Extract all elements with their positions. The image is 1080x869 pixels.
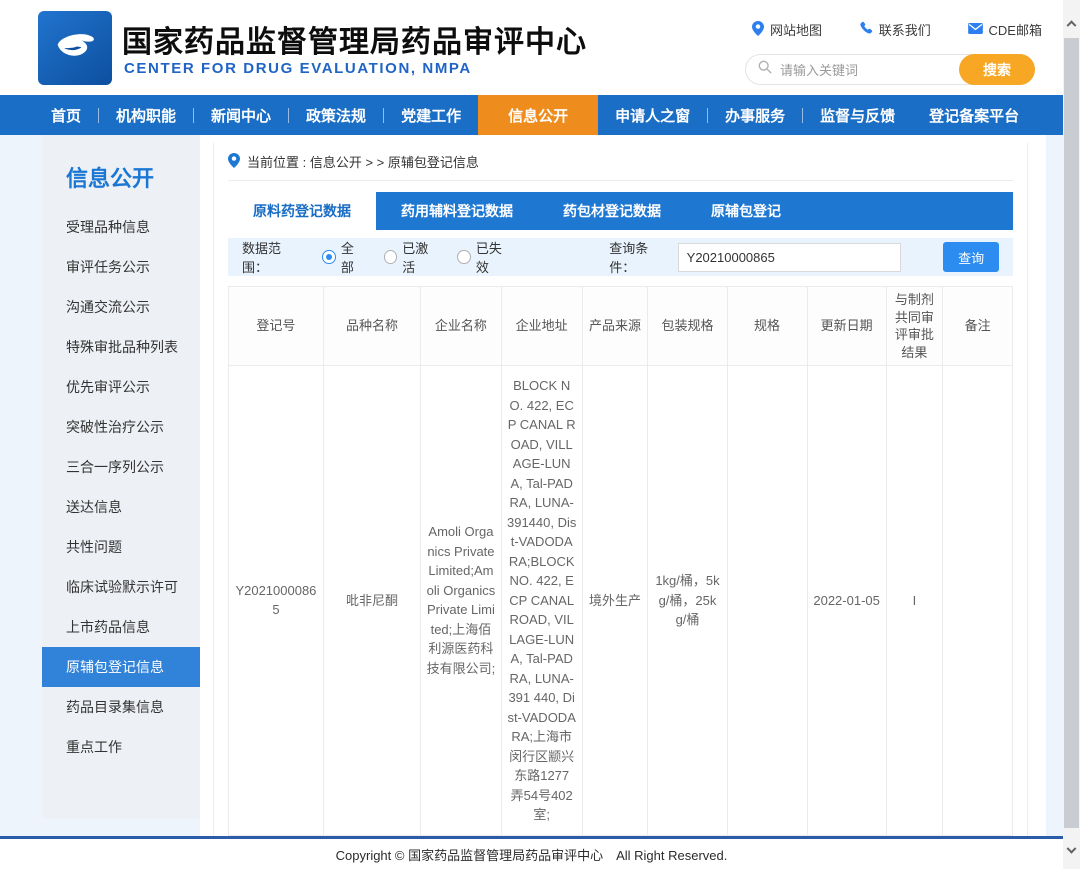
sidebar: 信息公开 受理品种信息 审评任务公示 沟通交流公示 特殊审批品种列表 优先审评公… [42, 135, 200, 818]
nav-registration-platform[interactable]: 登记备案平台 [912, 95, 1036, 135]
col-packaging-spec: 包装规格 [648, 287, 727, 366]
swan-logo-icon [49, 20, 101, 77]
cell-packaging-spec: 1kg/桶，5kg/桶，25kg/桶 [648, 366, 727, 836]
mail-link[interactable]: CDE邮箱 [968, 20, 1042, 39]
radio-inactivated-icon[interactable] [457, 250, 470, 264]
nav-supervision[interactable]: 监督与反馈 [803, 95, 912, 135]
sidebar-item-raw-aux-pack-registration[interactable]: 原辅包登记信息 [42, 647, 200, 687]
left-gutter [0, 135, 42, 836]
header: 国家药品监督管理局药品审评中心 CENTER FOR DRUG EVALUATI… [0, 0, 1080, 95]
filter-bar: 数据范围： 全部 已激活 已失效 查询条件： 查询 [228, 238, 1013, 276]
search-button[interactable]: 搜索 [959, 54, 1035, 85]
main-nav: 首页 机构职能 新闻中心 政策法规 党建工作 信息公开 申请人之窗 办事服务 监… [0, 95, 1080, 135]
scope-label: 数据范围： [242, 238, 304, 276]
col-joint-review-result: 与制剂共同审评审批结果 [886, 287, 942, 366]
nav-policy[interactable]: 政策法规 [289, 95, 383, 135]
page: 国家药品监督管理局药品审评中心 CENTER FOR DRUG EVALUATI… [0, 0, 1080, 869]
scrollbar-thumb[interactable] [1064, 38, 1079, 828]
radio-inactivated[interactable]: 已失效 [457, 238, 513, 276]
search-icon [758, 60, 772, 79]
main-column: 当前位置 : 信息公开 > > 原辅包登记信息 原料药登记数据 药用辅料登记数据… [200, 135, 1037, 836]
query-label: 查询条件： [609, 238, 671, 276]
col-remarks: 备注 [943, 287, 1013, 366]
sitemap-link[interactable]: 网站地图 [752, 20, 822, 39]
vertical-scrollbar[interactable] [1063, 0, 1080, 869]
col-company-name: 企业名称 [421, 287, 502, 366]
radio-activated[interactable]: 已激活 [384, 238, 440, 276]
sidebar-title: 信息公开 [42, 147, 200, 207]
col-spec: 规格 [727, 287, 807, 366]
sidebar-item-breakthrough-therapy[interactable]: 突破性治疗公示 [42, 407, 200, 447]
sidebar-item-drug-catalog[interactable]: 药品目录集信息 [42, 687, 200, 727]
tab-packaging-material-data[interactable]: 药包材登记数据 [538, 192, 686, 230]
nav-applicant[interactable]: 申请人之窗 [598, 95, 707, 135]
col-company-address: 企业地址 [501, 287, 582, 366]
nav-functions[interactable]: 机构职能 [99, 95, 193, 135]
map-pin-icon [752, 21, 764, 39]
cell-company-name: Amoli Organics Private Limited;Amoli Org… [421, 366, 502, 836]
sidebar-item-marketed-drugs[interactable]: 上市药品信息 [42, 607, 200, 647]
radio-all[interactable]: 全部 [322, 238, 365, 276]
col-registration-no: 登记号 [229, 287, 324, 366]
tab-excipient-data[interactable]: 药用辅料登记数据 [376, 192, 538, 230]
nav-home[interactable]: 首页 [34, 95, 98, 135]
radio-all-icon[interactable] [322, 250, 335, 264]
nav-services[interactable]: 办事服务 [708, 95, 802, 135]
tab-bar: 原料药登记数据 药用辅料登记数据 药包材登记数据 原辅包登记 [228, 192, 1013, 230]
sidebar-item-clinical-trial[interactable]: 临床试验默示许可 [42, 567, 200, 607]
query-input[interactable] [678, 243, 902, 272]
nav-party[interactable]: 党建工作 [384, 95, 478, 135]
sidebar-item-priority-review[interactable]: 优先审评公示 [42, 367, 200, 407]
table-row: Y20210000865 吡非尼酮 Amoli Organics Private… [229, 366, 1013, 836]
breadcrumb: 当前位置 : 信息公开 > > 原辅包登记信息 [228, 143, 1013, 181]
registration-table: 登记号 品种名称 企业名称 企业地址 产品来源 包装规格 规格 更新日期 与制剂… [228, 286, 1013, 836]
scrollbar-down-icon[interactable] [1063, 843, 1080, 860]
cell-product-source: 境外生产 [582, 366, 648, 836]
cde-logo[interactable] [38, 11, 112, 85]
contact-link[interactable]: 联系我们 [859, 20, 931, 39]
cell-spec [727, 366, 807, 836]
col-variety-name: 品种名称 [323, 287, 420, 366]
sidebar-item-review-tasks[interactable]: 审评任务公示 [42, 247, 200, 287]
nav-news[interactable]: 新闻中心 [194, 95, 288, 135]
content-area: 信息公开 受理品种信息 审评任务公示 沟通交流公示 特殊审批品种列表 优先审评公… [0, 135, 1080, 836]
site-subtitle: CENTER FOR DRUG EVALUATION, NMPA [124, 60, 472, 77]
radio-activated-icon[interactable] [384, 250, 397, 264]
search-input[interactable]: 请输入关键词 [780, 60, 959, 79]
query-button[interactable]: 查询 [943, 242, 999, 272]
sidebar-item-special-approval[interactable]: 特殊审批品种列表 [42, 327, 200, 367]
sidebar-item-key-work[interactable]: 重点工作 [42, 727, 200, 767]
site-search: 请输入关键词 搜索 [745, 54, 1035, 85]
cell-company-address: BLOCK NO. 422, ECP CANAL ROAD, VILLAGE-L… [501, 366, 582, 836]
sidebar-item-accepted-varieties[interactable]: 受理品种信息 [42, 207, 200, 247]
tab-raw-material-data[interactable]: 原料药登记数据 [228, 192, 376, 230]
header-links: 网站地图 联系我们 CDE邮箱 [752, 20, 1042, 39]
site-title: 国家药品监督管理局药品审评中心 [122, 17, 587, 61]
right-gutter [1037, 135, 1063, 836]
col-product-source: 产品来源 [582, 287, 648, 366]
sidebar-item-common-issues[interactable]: 共性问题 [42, 527, 200, 567]
main-panel: 当前位置 : 信息公开 > > 原辅包登记信息 原料药登记数据 药用辅料登记数据… [213, 143, 1028, 869]
location-pin-icon [228, 153, 240, 171]
sidebar-item-three-in-one[interactable]: 三合一序列公示 [42, 447, 200, 487]
cell-remarks [943, 366, 1013, 836]
cell-variety-name: 吡非尼酮 [323, 366, 420, 836]
sidebar-column: 信息公开 受理品种信息 审评任务公示 沟通交流公示 特殊审批品种列表 优先审评公… [42, 135, 200, 836]
cell-registration-no: Y20210000865 [229, 366, 324, 836]
mail-icon [968, 22, 983, 37]
breadcrumb-text: 当前位置 : 信息公开 > > 原辅包登记信息 [247, 152, 479, 171]
footer: Copyright © 国家药品监督管理局药品审评中心 All Right Re… [0, 836, 1063, 869]
scrollbar-up-icon[interactable] [1063, 14, 1080, 31]
table-header-row: 登记号 品种名称 企业名称 企业地址 产品来源 包装规格 规格 更新日期 与制剂… [229, 287, 1013, 366]
cell-joint-review-result: I [886, 366, 942, 836]
col-update-date: 更新日期 [807, 287, 886, 366]
sidebar-item-communication[interactable]: 沟通交流公示 [42, 287, 200, 327]
cell-update-date: 2022-01-05 [807, 366, 886, 836]
phone-icon [859, 21, 873, 38]
sidebar-item-delivery-info[interactable]: 送达信息 [42, 487, 200, 527]
nav-info-disclosure[interactable]: 信息公开 [478, 95, 598, 135]
tab-raw-aux-pack[interactable]: 原辅包登记 [686, 192, 806, 230]
copyright-text: Copyright © 国家药品监督管理局药品审评中心 All Right Re… [336, 845, 728, 864]
